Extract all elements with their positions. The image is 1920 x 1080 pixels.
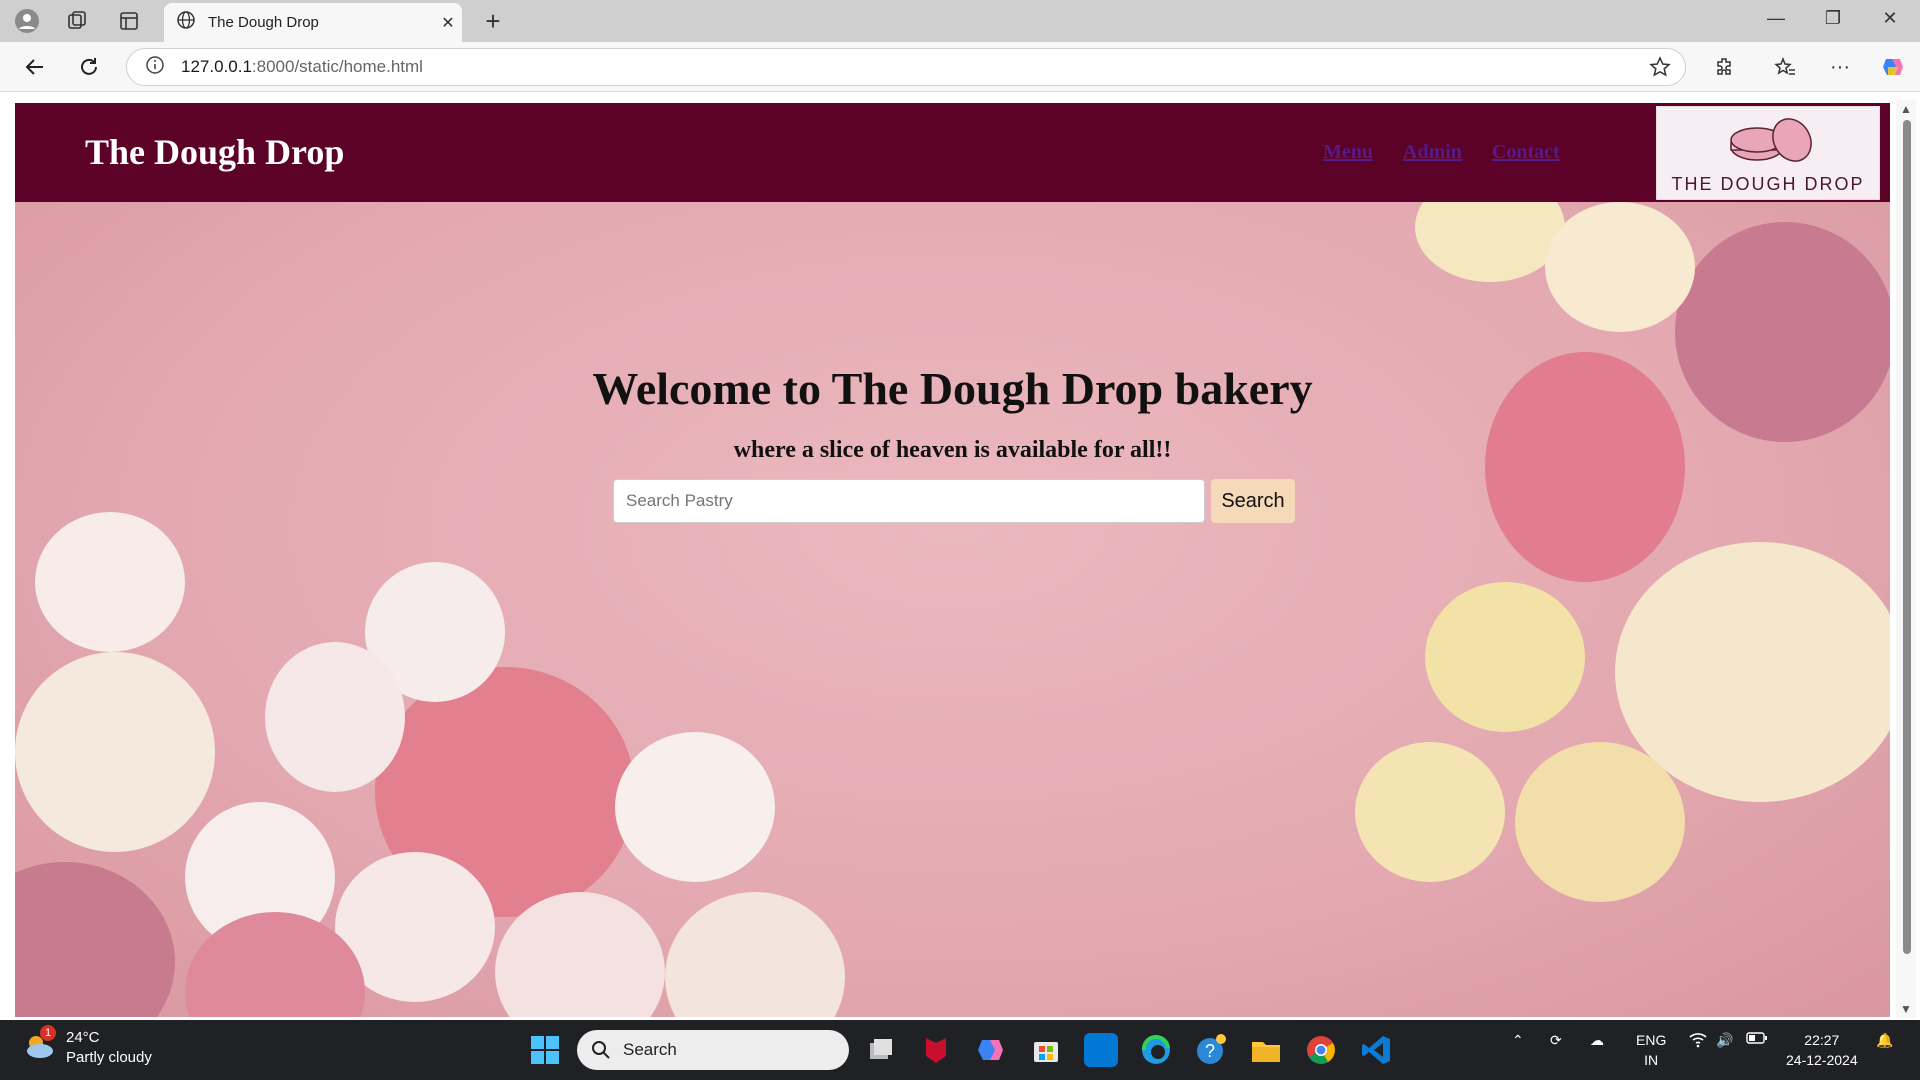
- logo-text: THE DOUGH DROP: [1671, 174, 1865, 194]
- hero-section: Welcome to The Dough Drop bakery where a…: [15, 202, 1890, 1017]
- meringue-decoration: [1425, 582, 1585, 732]
- screen: The Dough Drop ✕ + — ❐ ✕ 127.0.0.1:8000/…: [0, 0, 1920, 1080]
- close-window-icon[interactable]: ✕: [1870, 8, 1910, 29]
- weather-widget[interactable]: 1 24°C Partly cloudy: [22, 1024, 152, 1068]
- battery-icon[interactable]: [1746, 1030, 1768, 1050]
- site-header: The Dough Drop Menu Admin Contact THE DO…: [15, 103, 1890, 202]
- page-viewport: The Dough Drop Menu Admin Contact THE DO…: [15, 103, 1890, 1017]
- start-windows-icon[interactable]: [528, 1033, 562, 1067]
- meringue-decoration: [1355, 742, 1505, 882]
- copilot-app-icon[interactable]: [974, 1033, 1008, 1067]
- myhp-icon[interactable]: [1084, 1033, 1118, 1067]
- nav-link-admin[interactable]: Admin: [1403, 141, 1462, 164]
- refresh-icon[interactable]: [74, 52, 104, 82]
- hero-heading: Welcome to The Dough Drop bakery: [592, 363, 1313, 414]
- meringue-decoration: [15, 862, 175, 1017]
- weather-condition: Partly cloudy: [66, 1049, 152, 1066]
- search-icon: [592, 1041, 610, 1059]
- chrome-icon[interactable]: [1304, 1033, 1338, 1067]
- macaron-decoration: [15, 652, 215, 852]
- macaron-logo-icon: [1730, 118, 1812, 162]
- notification-bell-icon[interactable]: 🔔: [1876, 1030, 1893, 1050]
- favorite-star-icon[interactable]: [1649, 56, 1671, 83]
- nav-link-menu[interactable]: Menu: [1323, 141, 1373, 164]
- page-scrollbar[interactable]: ▲ ▼: [1896, 100, 1916, 1018]
- svg-text:?: ?: [1205, 1041, 1215, 1061]
- hero-tagline: where a slice of heaven is available for…: [733, 437, 1172, 463]
- favorites-icon[interactable]: [1770, 52, 1800, 82]
- volume-icon[interactable]: 🔊: [1716, 1030, 1733, 1050]
- wifi-icon[interactable]: [1688, 1030, 1708, 1053]
- meringue-decoration: [35, 512, 185, 652]
- site-info-icon[interactable]: [145, 55, 165, 80]
- meringue-decoration: [1545, 202, 1695, 332]
- mcafee-icon[interactable]: [919, 1033, 953, 1067]
- macaron-decoration: [665, 892, 845, 1017]
- task-view-icon[interactable]: [864, 1033, 898, 1067]
- globe-icon: [176, 10, 196, 35]
- scroll-thumb[interactable]: [1903, 120, 1911, 954]
- browser-toolbar: 127.0.0.1:8000/static/home.html ···: [0, 42, 1920, 92]
- new-tab-icon[interactable]: +: [478, 6, 508, 37]
- weather-temperature: 24°C: [66, 1029, 100, 1046]
- onedrive-cloud-icon[interactable]: ☁: [1590, 1030, 1604, 1050]
- minimize-icon[interactable]: —: [1756, 8, 1796, 29]
- region-code: IN: [1644, 1052, 1659, 1068]
- vscode-icon[interactable]: [1359, 1033, 1393, 1067]
- help-icon[interactable]: ?: [1194, 1033, 1228, 1067]
- profile-icon[interactable]: [14, 8, 40, 34]
- show-hidden-icons-icon[interactable]: ⌃: [1512, 1030, 1524, 1050]
- taskbar-search[interactable]: Search: [577, 1030, 849, 1070]
- site-title: The Dough Drop: [85, 132, 345, 172]
- scroll-up-icon[interactable]: ▲: [1900, 102, 1912, 116]
- language-code: ENG: [1636, 1032, 1667, 1048]
- site-nav: Menu Admin Contact: [1323, 141, 1560, 164]
- microsoft-store-icon[interactable]: [1029, 1033, 1063, 1067]
- edge-browser-icon[interactable]: [1139, 1033, 1173, 1067]
- clock-date: 24-12-2024: [1786, 1052, 1858, 1068]
- close-tab-icon[interactable]: ✕: [434, 13, 462, 33]
- tab-active[interactable]: The Dough Drop ✕: [164, 3, 462, 42]
- language-indicator[interactable]: ENG IN: [1636, 1030, 1666, 1070]
- weather-badge: 1: [40, 1024, 56, 1041]
- back-icon[interactable]: [20, 52, 50, 82]
- search-pastry-input[interactable]: [613, 479, 1205, 523]
- restore-icon[interactable]: ❐: [1813, 8, 1853, 29]
- extensions-icon[interactable]: [1710, 52, 1740, 82]
- browser-tabbar: The Dough Drop ✕ + — ❐ ✕: [0, 0, 1920, 42]
- windows-taskbar: 1 24°C Partly cloudy Search ? ⌃ ⟳ ☁ ENG …: [0, 1020, 1920, 1080]
- meringue-decoration: [265, 642, 405, 792]
- weather-cloud-icon: 1: [22, 1024, 56, 1066]
- nav-link-contact[interactable]: Contact: [1492, 141, 1560, 164]
- address-bar[interactable]: 127.0.0.1:8000/static/home.html: [126, 48, 1686, 86]
- search-button[interactable]: Search: [1211, 479, 1295, 523]
- meringue-decoration: [615, 732, 775, 882]
- more-options-icon[interactable]: ···: [1825, 52, 1855, 82]
- file-explorer-icon[interactable]: [1249, 1033, 1283, 1067]
- site-logo: THE DOUGH DROP: [1656, 106, 1880, 200]
- tab-title: The Dough Drop: [208, 14, 319, 31]
- copilot-icon[interactable]: [1878, 52, 1908, 82]
- url-text: 127.0.0.1:8000/static/home.html: [181, 57, 423, 76]
- meringue-decoration: [1415, 202, 1565, 282]
- meringue-decoration: [1515, 742, 1685, 902]
- sync-icon[interactable]: ⟳: [1550, 1030, 1562, 1050]
- taskbar-search-label: Search: [623, 1040, 677, 1059]
- scroll-down-icon[interactable]: ▼: [1900, 1002, 1912, 1016]
- clock-time: 22:27: [1804, 1032, 1840, 1048]
- tab-actions-icon[interactable]: [116, 8, 142, 34]
- workspaces-icon[interactable]: [64, 8, 90, 34]
- clock[interactable]: 22:27 24-12-2024: [1786, 1030, 1858, 1070]
